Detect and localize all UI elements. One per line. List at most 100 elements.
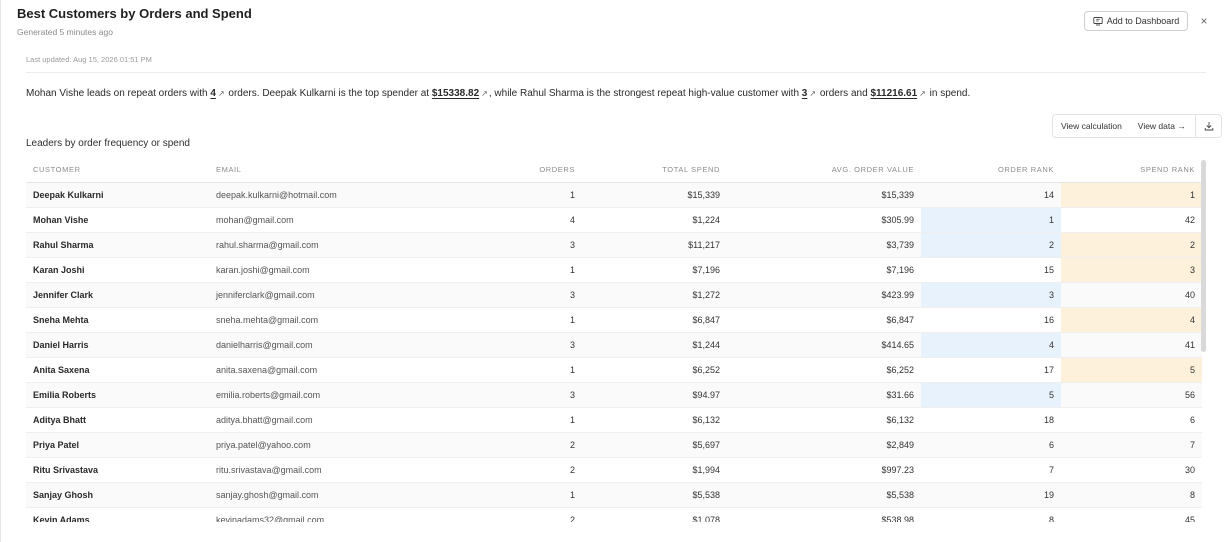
total-spend: $5,538 bbox=[582, 482, 727, 508]
column-header-spend-rank[interactable]: Spend Rank bbox=[1061, 158, 1202, 183]
customers-table-container[interactable]: Customer Email Orders Total Spend Avg. O… bbox=[26, 158, 1202, 522]
avg-order-value: $2,849 bbox=[727, 432, 921, 458]
avg-order-value: $423.99 bbox=[727, 282, 921, 308]
last-updated: Last updated: Aug 15, 2026 01:51 PM bbox=[26, 55, 152, 64]
table-row[interactable]: Ritu Srivastava ritu.srivastava@gmail.com… bbox=[26, 457, 1202, 483]
summary-text: orders and bbox=[817, 88, 871, 99]
total-spend: $1,224 bbox=[582, 207, 727, 233]
spend-rank: 8 bbox=[1061, 482, 1202, 508]
avg-order-value: $15,339 bbox=[727, 182, 921, 208]
spend-rank: 6 bbox=[1061, 407, 1202, 433]
column-header-orders[interactable]: Orders bbox=[441, 158, 582, 183]
customer-email: jenniferclark@gmail.com bbox=[209, 282, 441, 308]
customer-name: Ritu Srivastava bbox=[26, 457, 209, 483]
spend-rank: 1 bbox=[1061, 182, 1202, 208]
orders-count: 3 bbox=[441, 332, 582, 358]
customer-name: Daniel Harris bbox=[26, 332, 209, 358]
order-rank: 14 bbox=[921, 182, 1061, 208]
customer-email: danielharris@gmail.com bbox=[209, 332, 441, 358]
table-scrollbar[interactable] bbox=[1201, 160, 1206, 352]
summary-text: orders. Deepak Kulkarni is the top spend… bbox=[225, 88, 432, 99]
orders-count: 2 bbox=[441, 457, 582, 483]
column-header-total-spend[interactable]: Total Spend bbox=[582, 158, 727, 183]
table-row[interactable]: Anita Saxena anita.saxena@gmail.com 1 $6,25… bbox=[26, 357, 1202, 383]
customer-email: ritu.srivastava@gmail.com bbox=[209, 457, 441, 483]
customer-name: Anita Saxena bbox=[26, 357, 209, 383]
avg-order-value: $6,847 bbox=[727, 307, 921, 333]
customer-name: Jennifer Clark bbox=[26, 282, 209, 308]
order-rank: 19 bbox=[921, 482, 1061, 508]
customer-name: Priya Patel bbox=[26, 432, 209, 458]
customer-email: deepak.kulkarni@hotmail.com bbox=[209, 182, 441, 208]
avg-order-value: $31.66 bbox=[727, 382, 921, 408]
order-rank: 7 bbox=[921, 457, 1061, 483]
external-link-icon[interactable]: ↗ bbox=[919, 89, 926, 98]
spend-rank: 7 bbox=[1061, 432, 1202, 458]
orders-count: 2 bbox=[441, 432, 582, 458]
table-row[interactable]: Deepak Kulkarni deepak.kulkarni@hotmail.c… bbox=[26, 182, 1202, 208]
table-row[interactable]: Emilia Roberts emilia.roberts@gmail.com 3 $… bbox=[26, 382, 1202, 408]
customer-name: Aditya Bhatt bbox=[26, 407, 209, 433]
table-row[interactable]: Daniel Harris danielharris@gmail.com 3 $1,2… bbox=[26, 332, 1202, 358]
total-spend: $15,339 bbox=[582, 182, 727, 208]
order-rank: 3 bbox=[921, 282, 1061, 308]
orders-count: 3 bbox=[441, 282, 582, 308]
orders-count: 3 bbox=[441, 382, 582, 408]
external-link-icon[interactable]: ↗ bbox=[481, 89, 488, 98]
table-row[interactable]: Priya Patel priya.patel@yahoo.com 2 $5,697 $… bbox=[26, 432, 1202, 458]
total-spend: $6,132 bbox=[582, 407, 727, 433]
add-to-dashboard-label: Add to Dashboard bbox=[1106, 16, 1180, 26]
customer-name: Deepak Kulkarni bbox=[26, 182, 209, 208]
close-icon[interactable]: × bbox=[1197, 13, 1211, 29]
summary-text: Mohan Vishe leads on repeat orders with bbox=[26, 88, 211, 99]
column-header-avg-order-value[interactable]: Avg. Order Value bbox=[727, 158, 921, 183]
table-row[interactable]: Karan Joshi karan.joshi@gmail.com 1 $7,196 $… bbox=[26, 257, 1202, 283]
table-row[interactable]: Kevin Adams kevinadams32@gmail.com 2 $1,078… bbox=[26, 507, 1202, 522]
orders-count: 1 bbox=[441, 407, 582, 433]
column-header-email[interactable]: Email bbox=[209, 158, 441, 183]
summary-value-repeat-orders[interactable]: 3 bbox=[802, 88, 808, 99]
table-row[interactable]: Mohan Vishe mohan@gmail.com 4 $1,224 $305.99… bbox=[26, 207, 1202, 233]
total-spend: $94.97 bbox=[582, 382, 727, 408]
customer-name: Sneha Mehta bbox=[26, 307, 209, 333]
customer-email: anita.saxena@gmail.com bbox=[209, 357, 441, 383]
total-spend: $1,994 bbox=[582, 457, 727, 483]
add-to-dashboard-button[interactable]: Add to Dashboard bbox=[1084, 11, 1188, 31]
table-row[interactable]: Sanjay Ghosh sanjay.ghosh@gmail.com 1 $5,53… bbox=[26, 482, 1202, 508]
order-rank: 5 bbox=[921, 382, 1061, 408]
external-link-icon[interactable]: ↗ bbox=[809, 89, 816, 98]
orders-count: 1 bbox=[441, 182, 582, 208]
customer-email: mohan@gmail.com bbox=[209, 207, 441, 233]
view-data-button[interactable]: View data → bbox=[1130, 115, 1194, 137]
column-header-customer[interactable]: Customer bbox=[26, 158, 209, 183]
spend-rank: 40 bbox=[1061, 282, 1202, 308]
order-rank: 2 bbox=[921, 232, 1061, 258]
order-rank: 8 bbox=[921, 507, 1061, 522]
download-button[interactable] bbox=[1195, 115, 1221, 137]
avg-order-value: $997.23 bbox=[727, 457, 921, 483]
generated-time: Generated 5 minutes ago bbox=[17, 27, 113, 37]
total-spend: $11,217 bbox=[582, 232, 727, 258]
view-calculation-button[interactable]: View calculation bbox=[1053, 115, 1130, 137]
spend-rank: 4 bbox=[1061, 307, 1202, 333]
order-rank: 18 bbox=[921, 407, 1061, 433]
column-header-order-rank[interactable]: Order Rank bbox=[921, 158, 1061, 183]
table-row[interactable]: Jennifer Clark jenniferclark@gmail.com 3 $1… bbox=[26, 282, 1202, 308]
external-link-icon[interactable]: ↗ bbox=[218, 89, 225, 98]
order-rank: 15 bbox=[921, 257, 1061, 283]
summary-value-orders[interactable]: 4 bbox=[210, 88, 216, 99]
table-row[interactable]: Rahul Sharma rahul.sharma@gmail.com 3 $11,2… bbox=[26, 232, 1202, 258]
spend-rank: 5 bbox=[1061, 357, 1202, 383]
avg-order-value: $5,538 bbox=[727, 482, 921, 508]
customers-table: Customer Email Orders Total Spend Avg. O… bbox=[26, 158, 1202, 522]
summary-value-repeat-spend[interactable]: $11216.61 bbox=[870, 88, 917, 99]
section-title: Leaders by order frequency or spend bbox=[26, 138, 190, 149]
orders-count: 4 bbox=[441, 207, 582, 233]
orders-count: 1 bbox=[441, 357, 582, 383]
data-toolbar: View calculation View data → bbox=[1052, 114, 1222, 138]
order-rank: 17 bbox=[921, 357, 1061, 383]
table-row[interactable]: Sneha Mehta sneha.mehta@gmail.com 1 $6,847 $… bbox=[26, 307, 1202, 333]
table-row[interactable]: Aditya Bhatt aditya.bhatt@gmail.com 1 $6,13… bbox=[26, 407, 1202, 433]
total-spend: $5,697 bbox=[582, 432, 727, 458]
summary-value-top-spend[interactable]: $15338.82 bbox=[432, 88, 479, 99]
